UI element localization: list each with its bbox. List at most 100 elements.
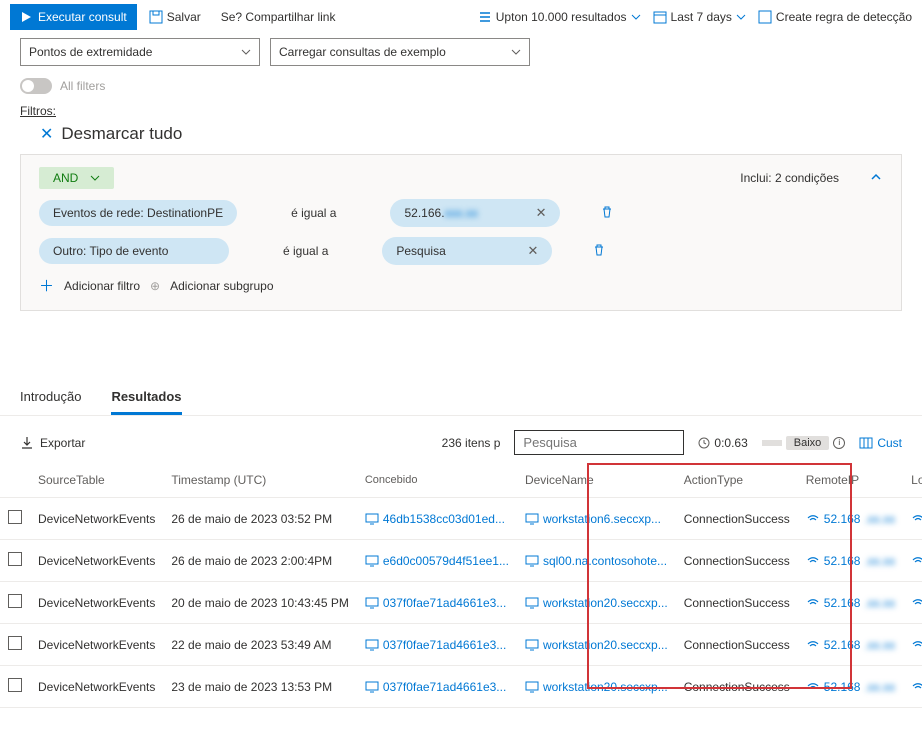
column-header[interactable]: Concebido: [357, 463, 517, 498]
wifi-icon: [911, 639, 922, 651]
info-icon[interactable]: i: [833, 437, 845, 449]
table-row: DeviceNetworkEvents 22 de maio de 2023 5…: [0, 624, 922, 666]
results-table: SourceTableTimestamp (UTC)ConcebidoDevic…: [0, 463, 922, 708]
collapse-filter-icon[interactable]: [869, 170, 883, 187]
filter-value-pill[interactable]: Pesquisa✕: [382, 237, 552, 265]
wifi-icon: [806, 681, 820, 693]
add-subgroup-button[interactable]: Adicionar subgrupo: [170, 279, 273, 293]
export-label: Exportar: [40, 436, 85, 450]
cell-remoteip[interactable]: 52.168.xx.xx: [806, 680, 895, 694]
cell-timestamp: 26 de maio de 2023 03:52 PM: [163, 498, 356, 540]
row-checkbox[interactable]: [8, 552, 22, 566]
monitor-icon: [365, 639, 379, 651]
time-range-dropdown[interactable]: Last 7 days: [653, 10, 746, 24]
customize-columns-button[interactable]: Cust: [859, 436, 902, 450]
load-examples-select[interactable]: Carregar consultas de exemplo: [270, 38, 530, 66]
cell-devicename[interactable]: workstation20.seccxp...: [525, 638, 668, 652]
table-row: DeviceNetworkEvents 23 de maio de 2023 1…: [0, 666, 922, 708]
filter-field-pill[interactable]: Outro: Tipo de evento: [39, 238, 229, 264]
row-checkbox[interactable]: [8, 636, 22, 650]
create-detection-rule-button[interactable]: Create regra de detecção: [758, 10, 912, 24]
endpoints-select-label: Pontos de extremidade: [29, 45, 152, 59]
cell-remoteip[interactable]: 52.168.xx.xx: [806, 512, 895, 526]
column-header[interactable]: LocalIP: [903, 463, 922, 498]
load-examples-label: Carregar consultas de exemplo: [279, 45, 446, 59]
cell-timestamp: 22 de maio de 2023 53:49 AM: [163, 624, 356, 666]
item-count: 236: [442, 436, 462, 450]
cell-actiontype: ConnectionSuccess: [676, 540, 798, 582]
clock-icon: [698, 437, 710, 449]
delete-filter-icon[interactable]: [600, 205, 614, 222]
all-filters-toggle[interactable]: [20, 78, 52, 94]
endpoints-select[interactable]: Pontos de extremidade: [20, 38, 260, 66]
filter-value-pill[interactable]: 52.166.xxx.xx✕: [390, 199, 560, 227]
cell-remoteip[interactable]: 52.168.xx.xx: [806, 638, 895, 652]
column-header[interactable]: DeviceName: [517, 463, 676, 498]
monitor-icon: [365, 597, 379, 609]
cell-devicename[interactable]: workstation20.seccxp...: [525, 680, 668, 694]
cell-remoteip[interactable]: 52.168.xx.xx: [806, 554, 895, 568]
results-search[interactable]: [514, 430, 684, 455]
results-search-input[interactable]: [523, 435, 675, 450]
row-checkbox[interactable]: [8, 678, 22, 692]
row-checkbox[interactable]: [8, 510, 22, 524]
cell-devicename[interactable]: sql00.na.contosohote...: [525, 554, 668, 568]
results-limit-dropdown[interactable]: Upton 10.000 resultados: [478, 10, 641, 24]
cell-remoteip[interactable]: 52.168.xx.xx: [806, 596, 895, 610]
export-button[interactable]: Exportar: [20, 436, 85, 450]
tab-intro[interactable]: Introdução: [20, 381, 81, 415]
cell-source: DeviceNetworkEvents: [30, 624, 163, 666]
clear-value-icon[interactable]: ✕: [536, 205, 547, 221]
cell-deviceid[interactable]: e6d0c00579d4f51ee1...: [365, 554, 509, 568]
cell-devicename[interactable]: workstation6.seccxp...: [525, 512, 668, 526]
list-icon: [478, 10, 492, 24]
row-checkbox[interactable]: [8, 594, 22, 608]
add-filter-button[interactable]: Adicionar filtro: [64, 279, 140, 293]
column-header[interactable]: SourceTable: [30, 463, 163, 498]
tab-results[interactable]: Resultados: [111, 381, 181, 415]
clear-all-label[interactable]: Desmarcar tudo: [61, 124, 182, 144]
cell-timestamp: 23 de maio de 2023 13:53 PM: [163, 666, 356, 708]
share-button[interactable]: Se? Compartilhar link: [213, 6, 344, 28]
wifi-icon: [806, 597, 820, 609]
circle-icon: ⊕: [150, 279, 160, 293]
filter-op: é igual a: [277, 200, 350, 226]
calendar-icon: [653, 10, 667, 24]
filter-field-pill[interactable]: Eventos de rede: DestinationPE: [39, 200, 237, 226]
cell-actiontype: ConnectionSuccess: [676, 582, 798, 624]
level-badge: Baixo: [786, 436, 830, 450]
cell-localip[interactable]: 192.168: [911, 512, 922, 526]
cell-source: DeviceNetworkEvents: [30, 498, 163, 540]
clear-all-icon[interactable]: ✕: [40, 124, 53, 144]
save-button[interactable]: Salvar: [141, 6, 209, 28]
monitor-icon: [525, 513, 539, 525]
level-bar: [762, 440, 782, 446]
table-row: DeviceNetworkEvents 26 de maio de 2023 2…: [0, 540, 922, 582]
delete-filter-icon[interactable]: [592, 243, 606, 260]
filters-link[interactable]: Filtros:: [20, 104, 56, 118]
columns-icon: [859, 436, 873, 450]
column-header[interactable]: Timestamp (UTC): [163, 463, 356, 498]
cell-localip[interactable]: 192.168: [911, 638, 922, 652]
cell-deviceid[interactable]: 037f0fae71ad4661e3...: [365, 638, 509, 652]
cell-devicename[interactable]: workstation20.seccxp...: [525, 596, 668, 610]
cell-actiontype: ConnectionSuccess: [676, 624, 798, 666]
cell-localip[interactable]: 10.1.5.1: [911, 554, 922, 568]
cell-deviceid[interactable]: 037f0fae71ad4661e3...: [365, 596, 509, 610]
wifi-icon: [911, 597, 922, 609]
clear-value-icon[interactable]: ✕: [527, 243, 538, 259]
run-query-button[interactable]: Executar consult: [10, 4, 137, 30]
plus-icon: ＋: [39, 275, 54, 296]
cell-deviceid[interactable]: 037f0fae71ad4661e3...: [365, 680, 509, 694]
column-header[interactable]: [0, 463, 30, 498]
cell-localip[interactable]: 192.168: [911, 680, 922, 694]
logic-and-pill[interactable]: AND: [39, 167, 114, 189]
monitor-icon: [525, 555, 539, 567]
cell-localip[interactable]: 192.168: [911, 596, 922, 610]
wifi-icon: [806, 639, 820, 651]
alert-icon: [758, 10, 772, 24]
column-header[interactable]: ActionType: [676, 463, 798, 498]
filter-builder: AND Inclui: 2 condições Eventos de rede:…: [20, 154, 902, 311]
cell-deviceid[interactable]: 46db1538cc03d01ed...: [365, 512, 509, 526]
column-header[interactable]: RemoteIP: [798, 463, 903, 498]
